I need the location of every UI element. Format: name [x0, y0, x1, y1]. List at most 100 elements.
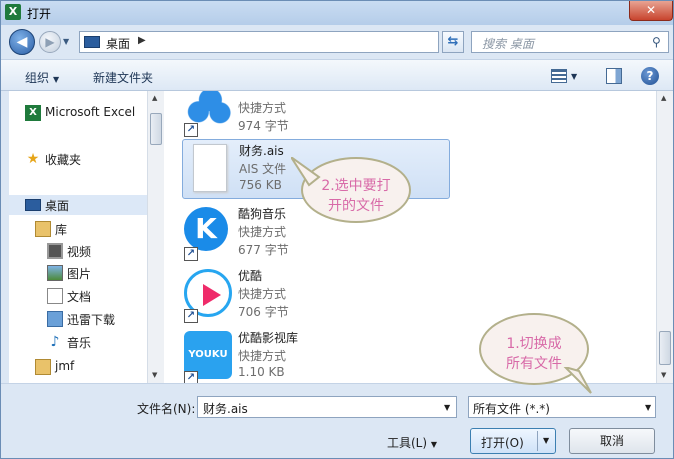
- sidebar-item-label: 图片: [67, 267, 92, 281]
- new-folder-button[interactable]: 新建文件夹: [93, 69, 153, 86]
- chevron-down-icon[interactable]: ▼: [645, 403, 651, 412]
- file-size: 706 字节: [238, 305, 289, 319]
- sidebar-item-xunlei-download[interactable]: 迅雷下载: [47, 309, 145, 329]
- shortcut-arrow-icon: ↗: [184, 247, 198, 261]
- tools-label: 工具(L): [387, 436, 428, 450]
- sidebar-item-desktop[interactable]: 桌面: [9, 195, 147, 215]
- video-icon: [47, 243, 63, 259]
- file-size: 756 KB: [239, 178, 282, 192]
- sidebar-item-label: 收藏夹: [45, 153, 82, 167]
- excel-icon: X: [5, 4, 21, 20]
- filename-input[interactable]: 财务.ais ▼: [197, 396, 457, 418]
- title-bar: X 打开 ✕: [1, 1, 673, 25]
- forward-button[interactable]: ▶: [39, 31, 61, 53]
- search-icon[interactable]: ⚲: [652, 35, 666, 49]
- chevron-down-icon: ▼: [53, 75, 60, 84]
- scroll-down-icon[interactable]: ▼: [661, 371, 666, 379]
- kugou-icon: K: [184, 207, 228, 251]
- history-dropdown-icon[interactable]: ▼: [63, 37, 75, 47]
- file-item-youku[interactable]: ↗ 优酷 快捷方式 706 字节: [182, 265, 432, 325]
- callout-text: 1.切换成: [506, 336, 562, 352]
- callout-tail: [291, 157, 321, 187]
- view-options-icon[interactable]: [551, 69, 567, 83]
- breadcrumb-chevron-icon[interactable]: ▶: [138, 35, 146, 46]
- organize-button[interactable]: 组织 ▼: [25, 69, 59, 86]
- scroll-thumb[interactable]: [659, 331, 671, 365]
- document-icon: [47, 288, 63, 304]
- file-name: 优酷影视库: [238, 331, 299, 345]
- search-placeholder: 搜索 桌面: [482, 37, 534, 51]
- shortcut-arrow-icon: ↗: [184, 123, 198, 137]
- window-title: 打开: [27, 7, 52, 21]
- search-input[interactable]: 搜索 桌面 ⚲: [471, 31, 669, 53]
- sidebar-item-music[interactable]: ♪ 音乐: [47, 332, 145, 352]
- file-name: 酷狗音乐: [238, 207, 287, 221]
- navigation-scrollbar[interactable]: ▲ ▼: [147, 91, 164, 383]
- address-bar[interactable]: 桌面 ▶ ▼: [79, 31, 509, 53]
- desktop-icon: [25, 199, 41, 211]
- scroll-up-icon[interactable]: ▲: [152, 94, 157, 102]
- desktop-icon: [84, 36, 100, 48]
- file-size: 677 字节: [238, 243, 289, 257]
- excel-icon: X: [25, 105, 41, 121]
- refresh-button[interactable]: ⇆: [442, 31, 464, 53]
- navigation-bar: ◀ ▶ ▼ 桌面 ▶ ▼ ⇆ 搜索 桌面 ⚲: [1, 25, 673, 59]
- sidebar-item-label: 视频: [67, 245, 92, 259]
- back-button[interactable]: ◀: [9, 29, 35, 55]
- shortcut-arrow-icon: ↗: [184, 309, 198, 323]
- close-button[interactable]: ✕: [629, 1, 673, 21]
- file-item-youku-tv[interactable]: YOUKU ↗ 优酷影视库 快捷方式 1.10 KB: [182, 327, 432, 383]
- callout-tail: [563, 367, 592, 394]
- file-type: AIS 文件: [239, 162, 287, 176]
- filename-value: 财务.ais: [203, 402, 248, 416]
- star-icon: ★: [26, 151, 40, 167]
- sidebar-item-label: jmf: [55, 359, 75, 373]
- sidebar-item-pictures[interactable]: 图片: [47, 263, 145, 283]
- sidebar-item-documents[interactable]: 文档: [47, 286, 145, 306]
- file-size: 1.10 KB: [238, 365, 285, 379]
- file-type-select[interactable]: 所有文件 (*.*) ▼: [468, 396, 656, 418]
- organize-label: 组织: [25, 71, 50, 85]
- address-text: 桌面: [106, 37, 131, 51]
- cancel-button[interactable]: 取消: [569, 428, 655, 454]
- picture-icon: [47, 265, 63, 281]
- sidebar-item-jmf[interactable]: jmf: [35, 357, 145, 377]
- sidebar-item-label: 库: [55, 223, 68, 237]
- sidebar-item-label: 文档: [67, 290, 92, 304]
- split-divider: [537, 431, 538, 451]
- file-name: 优酷: [238, 269, 263, 283]
- file-type: 快捷方式: [238, 349, 287, 363]
- sidebar-item-favorites[interactable]: ★ 收藏夹: [25, 149, 145, 169]
- user-folder-icon: [35, 359, 51, 375]
- chevron-down-icon[interactable]: ▼: [444, 403, 450, 412]
- open-button[interactable]: 打开(O) ▼: [470, 428, 556, 454]
- library-icon: [35, 221, 51, 237]
- file-name: 财务.ais: [239, 144, 284, 158]
- help-icon[interactable]: ?: [641, 67, 659, 85]
- file-list-scrollbar[interactable]: ▲ ▼: [656, 91, 673, 383]
- sidebar-item-label: 迅雷下载: [67, 313, 116, 327]
- sidebar-item-label: Microsoft Excel: [45, 105, 136, 119]
- sidebar-item-microsoft-excel[interactable]: X Microsoft Excel: [25, 103, 145, 123]
- preview-pane-icon[interactable]: [606, 68, 622, 84]
- open-label: 打开(O): [481, 436, 524, 450]
- chevron-down-icon[interactable]: ▼: [571, 72, 577, 81]
- file-item-baidu-cloud[interactable]: ↗ 快捷方式 974 字节: [182, 91, 432, 139]
- scroll-up-icon[interactable]: ▲: [661, 94, 666, 102]
- command-toolbar: 组织 ▼ 新建文件夹 ▼ ?: [1, 59, 673, 91]
- music-icon: ♪: [50, 334, 60, 350]
- open-file-dialog: X 打开 ✕ ◀ ▶ ▼ 桌面 ▶ ▼ ⇆ 搜索 桌面 ⚲ 组织▼ 新建文件夹 …: [0, 0, 674, 459]
- chevron-down-icon: ▼: [430, 440, 438, 449]
- tools-button[interactable]: 工具(L) ▼: [387, 434, 437, 451]
- sidebar-item-videos[interactable]: 视频: [47, 241, 145, 261]
- download-icon: [47, 311, 63, 327]
- callout-text: 开的文件: [328, 198, 384, 214]
- sidebar-item-library[interactable]: 库: [35, 219, 145, 239]
- filename-label: 文件名(N):: [137, 402, 196, 416]
- scroll-down-icon[interactable]: ▼: [152, 371, 157, 379]
- scroll-thumb[interactable]: [150, 113, 162, 145]
- sidebar-item-label: 桌面: [45, 199, 70, 213]
- document-icon: [193, 144, 227, 192]
- shortcut-arrow-icon: ↗: [184, 371, 198, 383]
- open-options-dropdown-icon[interactable]: ▼: [543, 436, 549, 445]
